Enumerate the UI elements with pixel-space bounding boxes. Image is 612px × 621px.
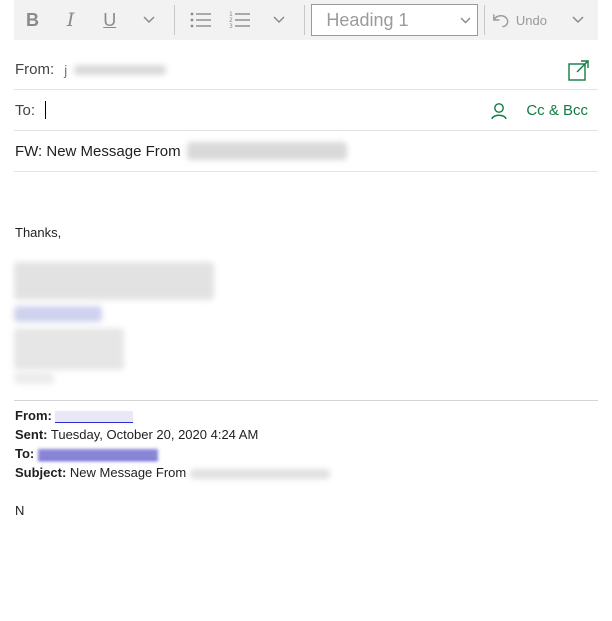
- quoted-from-redacted[interactable]: [55, 410, 134, 423]
- from-label: From:: [15, 61, 55, 78]
- person-icon[interactable]: [490, 102, 508, 120]
- to-input[interactable]: [45, 101, 47, 119]
- quoted-divider: [14, 400, 598, 401]
- italic-button[interactable]: I: [51, 0, 90, 40]
- bulleted-list-icon[interactable]: [181, 0, 220, 40]
- chevron-down-icon: [460, 17, 471, 23]
- to-label: To:: [15, 101, 36, 119]
- quoted-subject-redacted: [189, 468, 330, 479]
- from-row: From: j: [14, 50, 598, 90]
- body-trailing-text: N: [15, 503, 25, 518]
- quoted-subject: Subject: New Message From: [15, 465, 330, 480]
- underline-button[interactable]: U: [90, 0, 129, 40]
- quoted-to-redacted[interactable]: [37, 448, 158, 461]
- heading-style-select[interactable]: Heading 1: [311, 4, 478, 36]
- quoted-subject-label: Subject:: [15, 465, 67, 480]
- to-row: To: Cc & Bcc: [14, 90, 598, 131]
- from-address[interactable]: j: [64, 62, 68, 78]
- more-options-chevron-icon[interactable]: [559, 0, 598, 40]
- quoted-from-label: From:: [15, 408, 52, 423]
- svg-text:3: 3: [229, 23, 233, 29]
- cc-bcc-button[interactable]: Cc & Bcc: [526, 102, 588, 119]
- undo-icon: [493, 14, 509, 28]
- quoted-sent-value: Tuesday, October 20, 2020 4:24 AM: [50, 427, 259, 442]
- quoted-sent-label: Sent:: [15, 427, 48, 442]
- undo-button[interactable]: Undo: [491, 0, 547, 40]
- quoted-subject-value: New Message From: [69, 465, 187, 480]
- heading-style-value: Heading 1: [326, 9, 409, 30]
- toolbar-divider: [483, 5, 485, 35]
- formatting-toolbar: B I U 1 2 3 Heading 1 Undo: [14, 0, 598, 40]
- numbered-list-icon[interactable]: 1 2 3: [220, 0, 259, 40]
- subject-row[interactable]: FW: New Message From: [14, 131, 598, 172]
- bold-button[interactable]: B: [14, 0, 51, 40]
- subject-field[interactable]: FW: New Message From: [14, 143, 181, 160]
- undo-label: Undo: [515, 12, 547, 28]
- body-thanks: Thanks,: [15, 225, 62, 240]
- quoted-sent: Sent: Tuesday, October 20, 2020 4:24 AM: [15, 427, 258, 442]
- subject-redacted: [186, 142, 347, 160]
- quoted-from: From:: [15, 408, 134, 423]
- font-options-chevron-icon[interactable]: [129, 0, 168, 40]
- quoted-to: To:: [15, 446, 158, 461]
- popout-icon[interactable]: [568, 59, 590, 81]
- quoted-to-label: To:: [15, 446, 35, 461]
- paragraph-options-chevron-icon[interactable]: [259, 0, 298, 40]
- toolbar-divider: [174, 5, 176, 35]
- toolbar-divider: [304, 5, 306, 35]
- from-address-redacted: [74, 64, 167, 75]
- signature-redacted: [14, 262, 214, 384]
